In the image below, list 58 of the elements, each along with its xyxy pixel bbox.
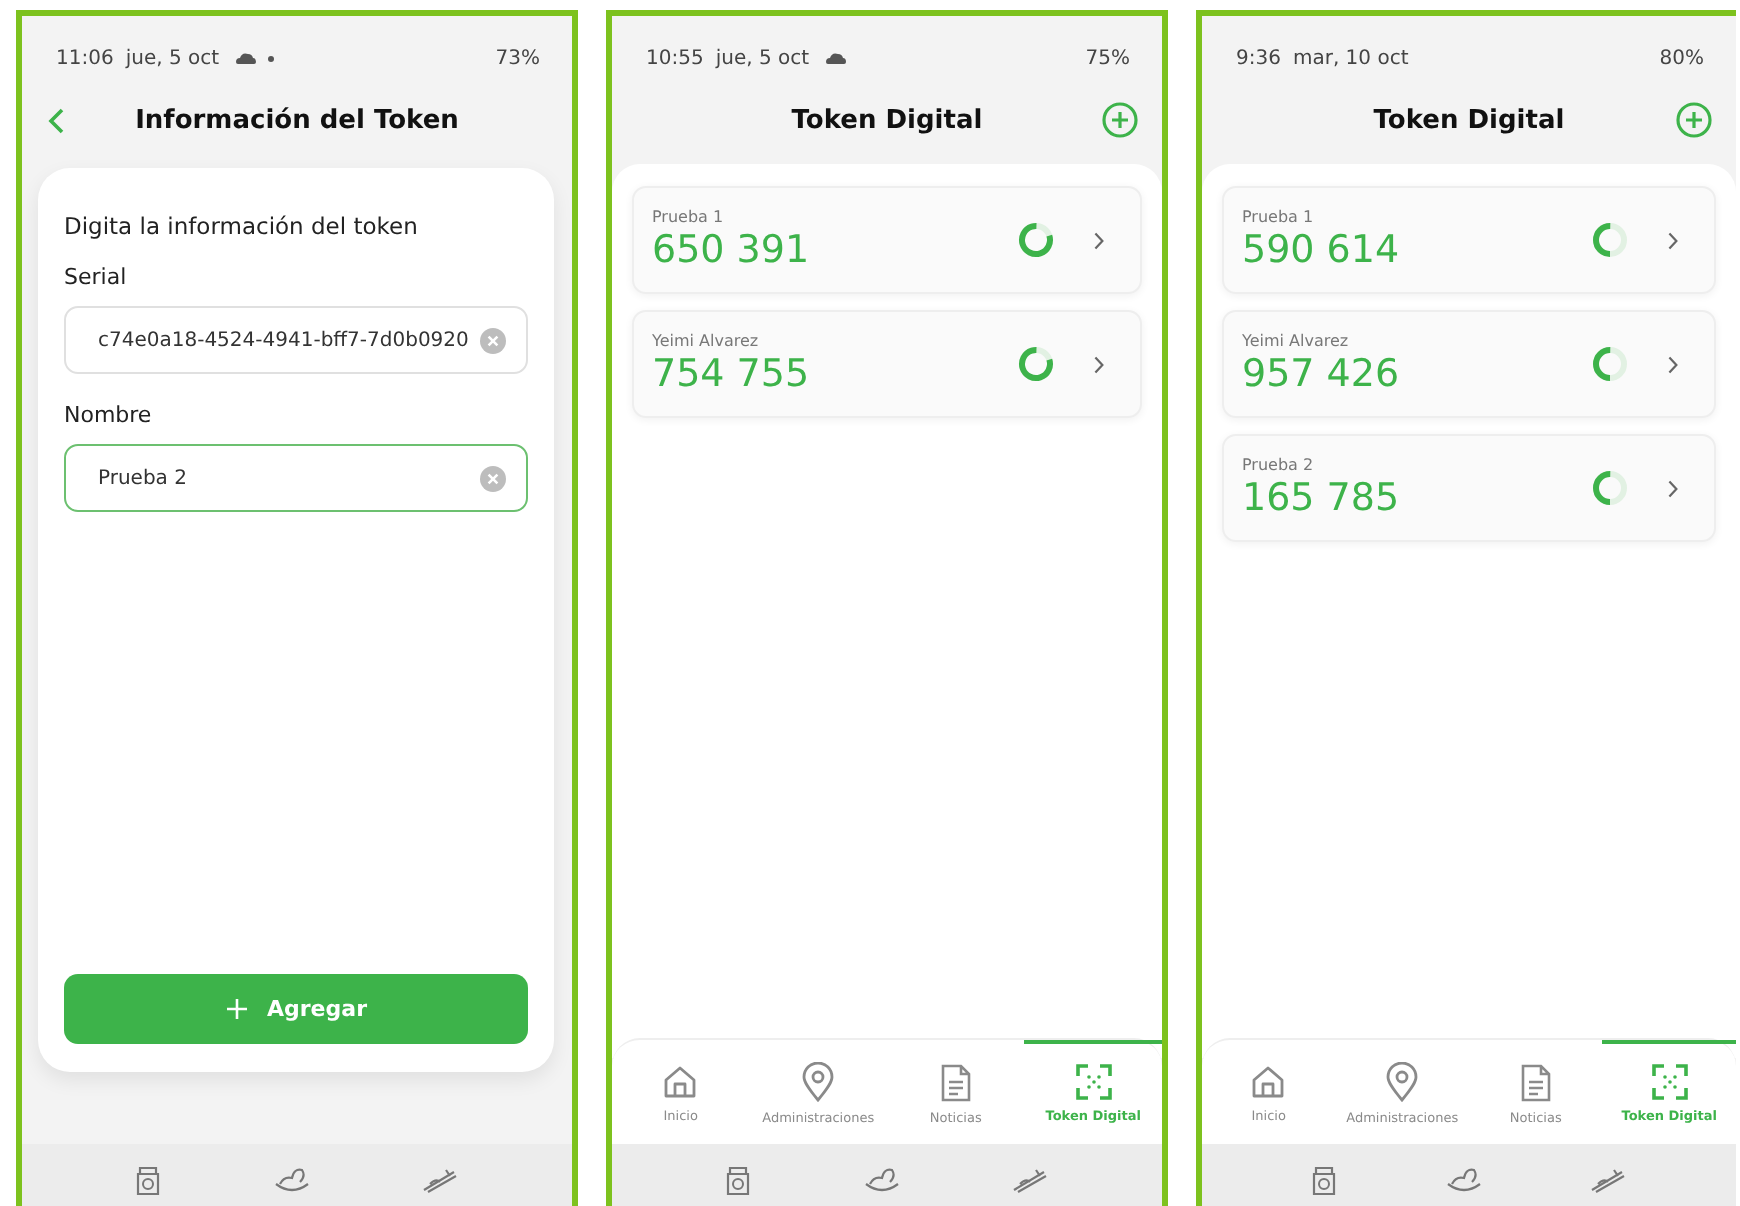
token-name: Prueba 2: [1242, 456, 1316, 474]
form-heading: Digita la información del token: [64, 212, 420, 240]
document-icon: [939, 1063, 972, 1101]
field-label: Serial: [64, 264, 129, 290]
battery-percent: 73%: [495, 47, 540, 69]
status-time: 11:06: [56, 47, 114, 69]
token-name: Yeimi Alvarez: [1242, 332, 1351, 350]
scan-icon: [1075, 1064, 1112, 1100]
status-date: mar, 10 oct: [1292, 47, 1409, 69]
battery-percent: 80%: [1659, 47, 1704, 69]
jar-icon[interactable]: [725, 1165, 750, 1195]
token-name: Prueba 1: [1242, 208, 1316, 226]
field-label: Nombre: [64, 402, 154, 428]
countdown-ring-icon: [1592, 222, 1628, 258]
token-card[interactable]: Prueba 1 590 614: [1222, 186, 1716, 294]
countdown-ring-icon: [1592, 346, 1628, 382]
screen-title: Token Digital: [791, 105, 983, 135]
jar-icon[interactable]: [135, 1165, 160, 1195]
token-card[interactable]: Prueba 1 650 391: [632, 186, 1142, 294]
token-code: 165 785: [1242, 476, 1402, 520]
countdown-ring-icon: [1592, 470, 1628, 506]
document-icon: [1519, 1063, 1552, 1101]
location-pin-icon: [1384, 1062, 1421, 1102]
jar-icon[interactable]: [1311, 1165, 1336, 1195]
location-pin-icon: [800, 1062, 837, 1102]
status-date: jue, 5 oct: [715, 47, 810, 69]
input-field[interactable]: Prueba 2: [64, 444, 528, 512]
token-code: 754 755: [652, 352, 812, 396]
add-icon[interactable]: [1102, 102, 1138, 138]
status-date: jue, 5 oct: [125, 47, 220, 69]
chevron-right-icon: [1668, 479, 1678, 497]
input-field[interactable]: c74e0a18-4524-4941-bff7-7d0b0920: [64, 306, 528, 374]
screen-title: Token Digital: [1373, 105, 1565, 135]
status-time: 9:36: [1236, 47, 1281, 69]
countdown-ring-icon: [1018, 346, 1054, 382]
token-name: Yeimi Alvarez: [652, 332, 761, 350]
chevron-right-icon: [1668, 231, 1678, 249]
back-icon[interactable]: [48, 108, 64, 134]
home-icon: [662, 1064, 699, 1100]
status-time: 10:55: [646, 47, 704, 69]
screen-title: Información del Token: [135, 105, 459, 135]
token-card[interactable]: Yeimi Alvarez 957 426: [1222, 310, 1716, 418]
chevron-right-icon: [1094, 231, 1104, 249]
token-card[interactable]: Prueba 2 165 785: [1222, 434, 1716, 542]
token-name: Prueba 1: [652, 208, 726, 226]
chevron-right-icon: [1094, 355, 1104, 373]
add-button[interactable]: Agregar: [64, 974, 528, 1044]
scan-icon: [1651, 1064, 1688, 1100]
plus-icon: [225, 998, 247, 1020]
countdown-ring-icon: [1018, 222, 1054, 258]
token-code: 957 426: [1242, 352, 1402, 396]
add-icon[interactable]: [1676, 102, 1712, 138]
home-icon: [1250, 1064, 1287, 1100]
token-code: 590 614: [1242, 228, 1402, 272]
battery-percent: 75%: [1085, 47, 1130, 69]
token-card[interactable]: Yeimi Alvarez 754 755: [632, 310, 1142, 418]
token-code: 650 391: [652, 228, 812, 272]
chevron-right-icon: [1668, 355, 1678, 373]
